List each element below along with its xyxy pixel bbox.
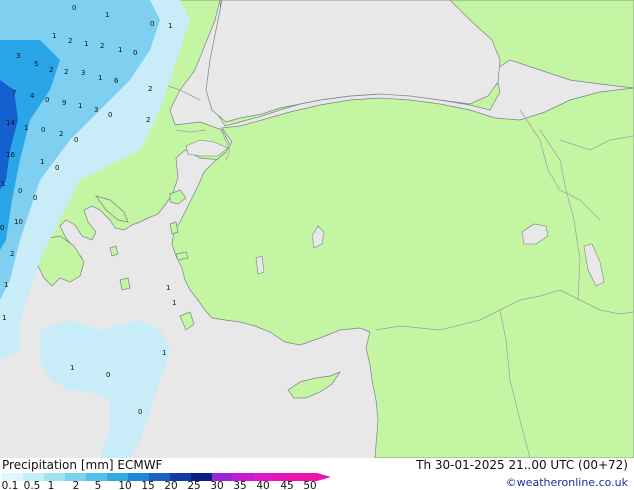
precip-value-label: 0: [108, 111, 112, 119]
legend-bar: Precipitation [mm] ECMWF Th 30-01-2025 2…: [0, 458, 634, 490]
precip-value-label: 1: [52, 32, 56, 40]
colorbar-tick-label: 10: [118, 480, 132, 490]
colorbar-tick-label: 25: [187, 480, 201, 490]
precipitation-map: 010 112 1 2 1 0352 2 31 627 4 0 9 1 302141 0 2016101001…: [0, 0, 634, 458]
precip-value-label: 1: [168, 22, 172, 30]
precip-value-label: 2: [64, 68, 68, 76]
colorbar-tick-label: 30: [210, 480, 224, 490]
precip-value-label: 4: [30, 92, 35, 100]
precip-value-label: 1: [84, 40, 88, 48]
precip-value-label: 10: [14, 218, 23, 226]
precip-value-label: 1: [118, 46, 122, 54]
precip-value-label: 0: [106, 371, 110, 379]
precip-value-label: 1: [24, 124, 28, 132]
colorbar-tick-label: 20: [164, 480, 178, 490]
colorbar-tick-label: 35: [233, 480, 247, 490]
precip-value-label: 1: [78, 102, 82, 110]
precip-value-label: 0: [45, 96, 49, 104]
colorbar-tick-label: 15: [141, 480, 155, 490]
precip-value-label: 1: [105, 11, 109, 19]
precip-value-label: 2: [10, 250, 14, 258]
precip-value-label: 2: [100, 42, 104, 50]
precip-value-label: 0: [138, 408, 142, 416]
precip-value-label: 3: [16, 52, 20, 60]
precip-value-label: 1: [1, 180, 5, 188]
precip-value-label: 0: [55, 164, 59, 172]
precip-value-label: 1: [172, 299, 176, 307]
precip-value-label: 7: [12, 89, 16, 97]
precip-value-label: 5: [34, 60, 38, 68]
colorbar-tick-label: 45: [280, 480, 294, 490]
precip-value-label: 0: [72, 4, 76, 12]
legend-title: Precipitation [mm] ECMWF: [2, 458, 163, 472]
precip-value-label: 1: [98, 74, 102, 82]
precip-value-label: 14: [6, 119, 15, 127]
credit-link[interactable]: ©weatheronline.co.uk: [506, 476, 628, 489]
precip-value-label: 16: [6, 151, 15, 159]
precip-value-label: 1: [2, 314, 6, 322]
forecast-datetime: Th 30-01-2025 21..00 UTC (00+72): [416, 458, 628, 472]
precip-value-label: 0: [41, 126, 45, 134]
land-naxos: [119, 277, 131, 291]
precip-value-label: 1: [70, 364, 74, 372]
precip-value-label: 2: [49, 66, 53, 74]
precip-value-label: 2: [148, 85, 152, 93]
precip-value-label: 0: [0, 224, 4, 232]
colorbar-tick-label: 5: [94, 480, 102, 490]
colorbar-tick-label: 50: [303, 480, 317, 490]
precip-value-label: 1: [166, 284, 170, 292]
precip-value-label: 0: [150, 20, 154, 28]
colorbar-tick-label: 1: [47, 480, 55, 490]
precip-value-label: 0: [133, 49, 137, 57]
precip-value-label: 3: [81, 69, 85, 77]
colorbar-tick-label: 0.1: [1, 480, 19, 490]
precip-value-label: 9: [62, 99, 66, 107]
colorbar-tick-label: 40: [256, 480, 270, 490]
precip-value-label: 2: [68, 37, 72, 45]
precip-value-label: 1: [40, 158, 44, 166]
precip-value-label: 0: [74, 136, 78, 144]
precip-value-label: 2: [146, 116, 150, 124]
precip-value-label: 2: [59, 130, 63, 138]
precip-value-label: 0: [33, 194, 37, 202]
colorbar-tick-label: 0.5: [23, 480, 41, 490]
precip-value-label: 0: [18, 187, 22, 195]
weather-map-figure: 0 1 0 1 1 2 1 2 1 0 3 5 2 2 3 1 6 2 7 4 0 9 1 3 0 2 14 1 0 2 0 16 1 0 1 0 0 1…: [0, 0, 634, 490]
precip-value-label: 6: [114, 77, 119, 85]
colorbar-arrow: [317, 473, 331, 481]
precip-value-label: 1: [4, 281, 8, 289]
colorbar-tick-label: 2: [72, 480, 80, 490]
precip-value-label: 3: [94, 106, 98, 114]
precip-value-label: 1: [162, 349, 166, 357]
